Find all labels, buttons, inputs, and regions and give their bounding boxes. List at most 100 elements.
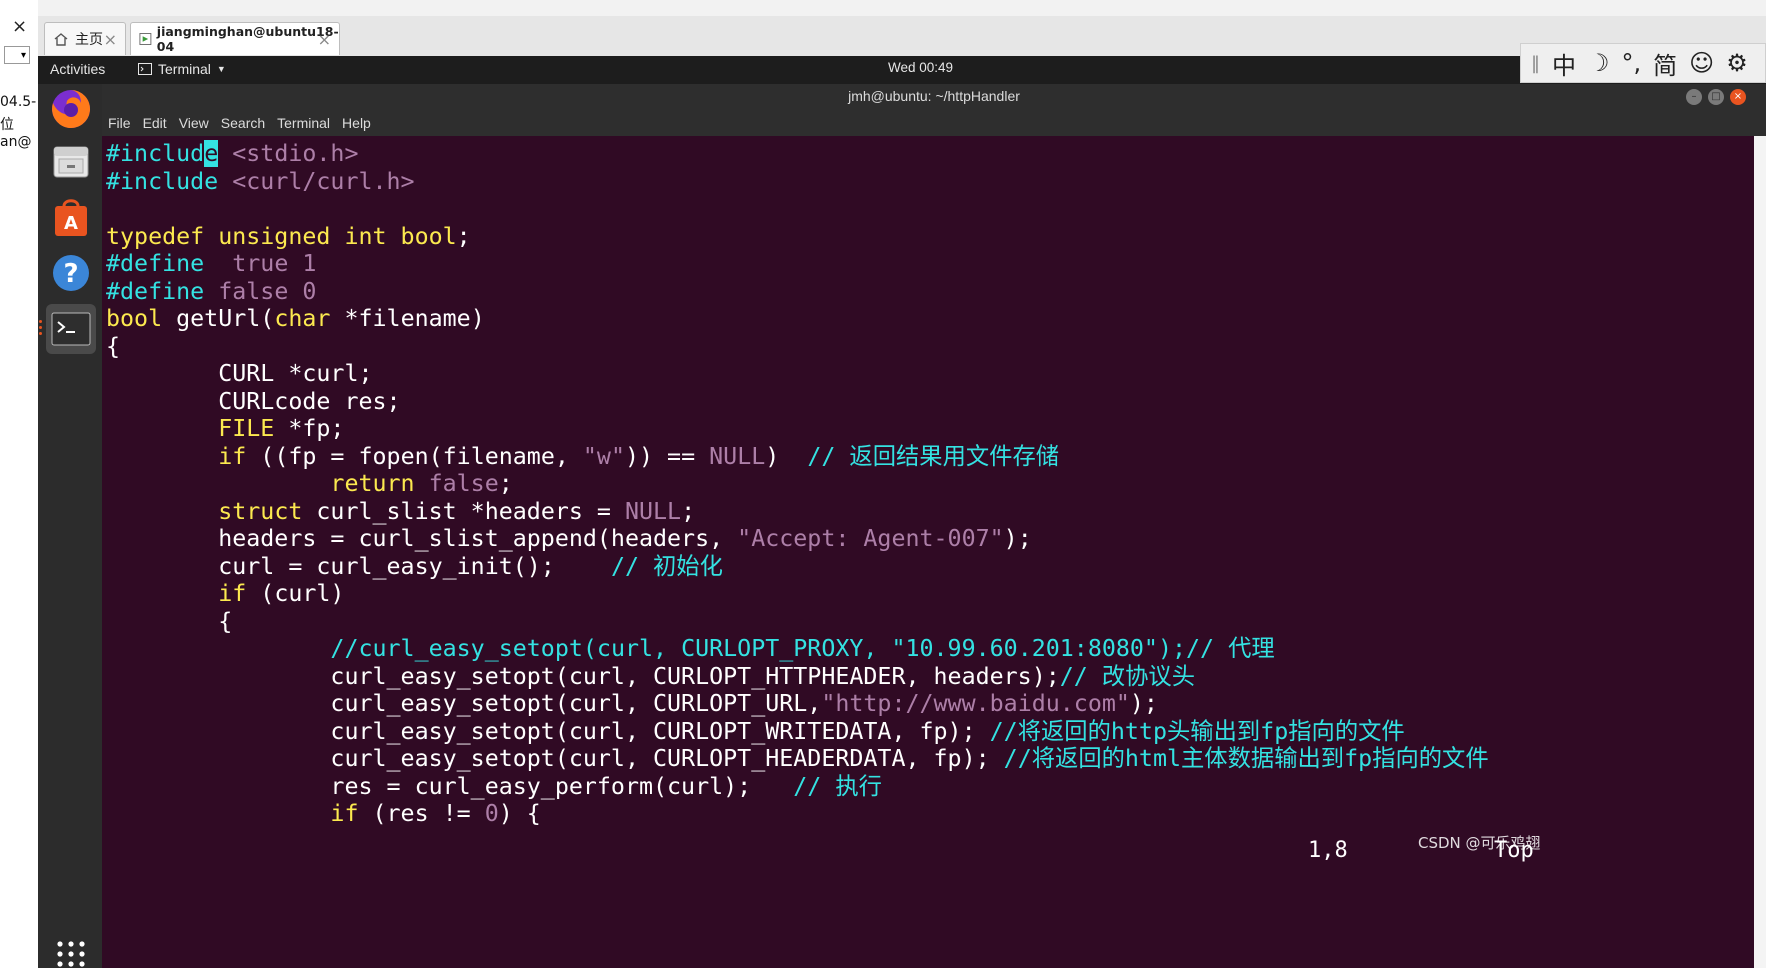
code-token: *fp; <box>274 415 345 442</box>
menu-view[interactable]: View <box>179 115 209 131</box>
terminal-titlebar[interactable]: jmh@ubuntu: ~/httpHandler – □ × <box>102 84 1766 110</box>
code-line: curl_easy_setopt(curl, CURLOPT_HTTPHEADE… <box>106 663 1489 691</box>
code-token: ); <box>1129 690 1158 717</box>
code-line: FILE *fp; <box>106 415 1489 443</box>
show-applications-icon[interactable] <box>56 940 86 968</box>
code-line: curl_easy_setopt(curl, CURLOPT_HEADERDAT… <box>106 745 1488 773</box>
code-token: if <box>330 800 359 827</box>
host-left-panel: × ▾ 04.5- 位 an@ <box>0 0 39 968</box>
tab-label: 主页 <box>75 32 103 48</box>
code-token: #define <box>106 277 205 305</box>
code-token: curl = curl_easy_init(); <box>106 552 611 580</box>
ime-mode-toggle[interactable]: 中 <box>1552 46 1576 81</box>
code-line: return false; <box>106 470 1489 498</box>
close-icon[interactable]: × <box>104 30 117 49</box>
code-token: { <box>106 607 233 635</box>
host-text-fragment: an@ <box>0 134 32 150</box>
terminal-small-icon <box>138 63 152 75</box>
clock[interactable]: Wed 00:49 <box>888 60 953 75</box>
files-launcher[interactable] <box>46 136 96 186</box>
code-token: #includ <box>106 140 205 167</box>
tab-home[interactable]: 主页 × <box>44 22 126 55</box>
activities-button[interactable]: Activities <box>50 61 105 77</box>
code-line: { <box>106 608 1489 636</box>
code-token: curl_easy_setopt(curl, CURLOPT_WRITEDATA… <box>106 717 990 745</box>
code-line: res = curl_easy_perform(curl); // 执行 <box>106 773 1489 801</box>
code-token: "Accept: Agent-007" <box>737 525 1004 552</box>
emoji-icon[interactable]: ☺ <box>1689 49 1714 77</box>
code-token: CURL *curl; <box>106 360 373 387</box>
code-token: // 执行 <box>793 772 882 800</box>
code-token: if <box>218 442 247 470</box>
help-icon: ? <box>53 255 89 291</box>
host-toolbar <box>38 0 1766 17</box>
code-token: NULL <box>709 442 766 470</box>
scrollbar[interactable] <box>1754 136 1766 968</box>
vm-icon <box>139 33 152 45</box>
code-line: //curl_easy_setopt(curl, CURLOPT_PROXY, … <box>106 635 1489 663</box>
moon-icon[interactable]: ☽ <box>1588 49 1610 77</box>
tab-vm-session[interactable]: jiangminghan@ubuntu18-04 × <box>130 22 340 55</box>
code-token: ; <box>498 470 513 497</box>
code-token: ) { <box>498 800 541 827</box>
vim-editor-buffer[interactable]: #include <stdio.h> #include <curl/curl.h>… <box>106 140 1489 828</box>
close-button[interactable]: × <box>1730 89 1746 105</box>
close-icon[interactable]: × <box>318 30 331 49</box>
code-token: if <box>218 580 247 607</box>
code-token: // 返回结果用文件存储 <box>807 442 1060 470</box>
firefox-launcher[interactable] <box>46 84 96 134</box>
home-icon <box>54 33 68 46</box>
code-line: bool getUrl(char *filename) <box>106 305 1489 333</box>
menu-terminal[interactable]: Terminal <box>277 115 330 131</box>
code-token: 0 <box>484 800 499 827</box>
code-token: <stdio.h> <box>232 140 359 167</box>
help-launcher[interactable]: ? <box>46 248 96 298</box>
code-line: #define false 0 <box>106 278 1489 306</box>
code-line: if (curl) <box>106 580 1489 608</box>
code-token: //将返回的http头输出到fp指向的文件 <box>989 717 1405 745</box>
software-center-launcher[interactable]: A <box>46 192 96 242</box>
code-token: *filename) <box>330 305 485 332</box>
code-token: "http://www.baidu.com" <box>821 690 1130 717</box>
punctuation-toggle[interactable]: °, <box>1622 49 1642 77</box>
ime-toolbar: ‖ 中 ☽ °, 简 ☺ ⚙ <box>1520 43 1766 83</box>
menu-help[interactable]: Help <box>342 115 371 131</box>
code-line: #include <stdio.h> <box>106 140 1489 168</box>
terminal-icon <box>51 312 91 346</box>
svg-text:?: ? <box>63 259 78 289</box>
code-token: curl_easy_setopt(curl, CURLOPT_HTTPHEADE… <box>106 662 1060 690</box>
menu-file[interactable]: File <box>108 115 131 131</box>
code-token: curl_easy_setopt(curl, CURLOPT_HEADERDAT… <box>106 745 1004 772</box>
maximize-button[interactable]: □ <box>1708 89 1724 105</box>
code-token: struct <box>218 497 303 525</box>
host-dropdown[interactable]: ▾ <box>4 46 30 64</box>
code-line: CURL *curl; <box>106 360 1489 388</box>
code-token: NULL <box>624 497 682 525</box>
menu-search[interactable]: Search <box>221 115 265 131</box>
minimize-button[interactable]: – <box>1686 89 1702 105</box>
firefox-icon <box>52 89 91 128</box>
code-token: char <box>274 305 331 332</box>
code-token: <curl/curl.h> <box>232 167 415 195</box>
code-token: res = curl_easy_perform(curl); <box>106 772 794 800</box>
code-line: typedef unsigned int bool; <box>106 223 1489 251</box>
app-menu[interactable]: Terminal ▼ <box>138 61 226 77</box>
menu-edit[interactable]: Edit <box>143 115 167 131</box>
host-close-button[interactable]: × <box>12 16 27 37</box>
code-line: CURLcode res; <box>106 388 1489 416</box>
ime-grip-icon[interactable]: ‖ <box>1531 53 1540 74</box>
script-toggle[interactable]: 简 <box>1653 46 1677 81</box>
cursor-position: 1,8 <box>1308 838 1348 863</box>
text-cursor: e <box>204 140 219 167</box>
gear-icon[interactable]: ⚙ <box>1726 49 1748 77</box>
window-title: jmh@ubuntu: ~/httpHandler <box>848 88 1020 104</box>
code-token: { <box>106 332 121 360</box>
code-token: headers = curl_slist_append(headers, <box>106 525 738 552</box>
terminal-launcher[interactable] <box>46 304 96 354</box>
